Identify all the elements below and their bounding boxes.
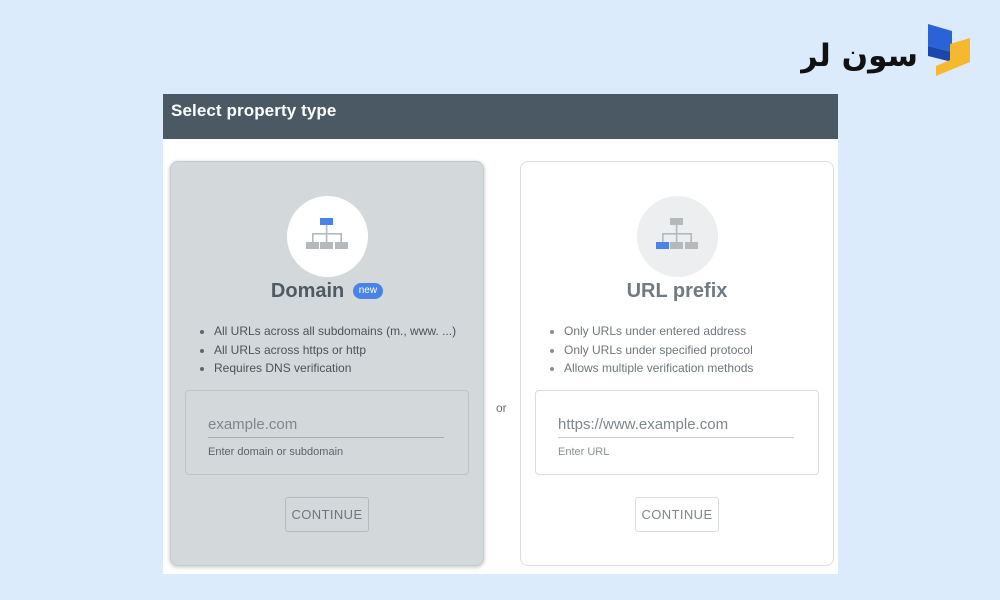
domain-input-hint: Enter domain or subdomain <box>208 446 344 458</box>
feature-item: All URLs across https or http <box>200 341 456 360</box>
sitemap-icon <box>306 218 348 249</box>
brand-mark-icon <box>928 24 970 76</box>
or-divider-label: or <box>496 401 507 415</box>
url-prefix-card[interactable]: URL prefix Only URLs under entered addre… <box>520 161 834 566</box>
url-input[interactable] <box>558 411 794 438</box>
url-prefix-icon-circle <box>637 196 718 277</box>
domain-feature-list: All URLs across all subdomains (m., www.… <box>200 322 456 378</box>
domain-field-box: Enter domain or subdomain <box>185 390 469 475</box>
feature-item: Requires DNS verification <box>200 359 456 378</box>
feature-item: Allows multiple verification methods <box>550 359 753 378</box>
domain-continue-button[interactable]: CONTINUE <box>285 497 369 532</box>
domain-input[interactable] <box>208 411 444 438</box>
dialog-title: Select property type <box>171 101 337 120</box>
feature-item: Only URLs under entered address <box>550 322 753 341</box>
domain-title-row: Domain new <box>171 280 483 303</box>
url-field-box: Enter URL <box>535 390 819 475</box>
sitemap-icon <box>656 218 698 249</box>
url-prefix-feature-list: Only URLs under entered address Only URL… <box>550 322 753 378</box>
feature-item: Only URLs under specified protocol <box>550 341 753 360</box>
url-prefix-title: URL prefix <box>626 280 728 302</box>
dialog-header: Select property type <box>163 94 838 139</box>
domain-card[interactable]: Domain new All URLs across all subdomain… <box>170 161 484 566</box>
url-prefix-title-row: URL prefix <box>521 280 833 303</box>
brand-logo: سون لرن <box>800 22 970 76</box>
url-input-hint: Enter URL <box>558 446 610 458</box>
dialog-body: Domain new All URLs across all subdomain… <box>163 139 838 574</box>
domain-title: Domain <box>270 280 345 302</box>
feature-item: All URLs across all subdomains (m., www.… <box>200 322 456 341</box>
new-badge: new <box>352 282 384 299</box>
select-property-dialog: Select property type Domain new All URLs… <box>163 94 838 574</box>
domain-icon-circle <box>287 196 368 277</box>
url-continue-button[interactable]: CONTINUE <box>635 497 719 532</box>
brand-name: سون لرن <box>800 38 918 74</box>
